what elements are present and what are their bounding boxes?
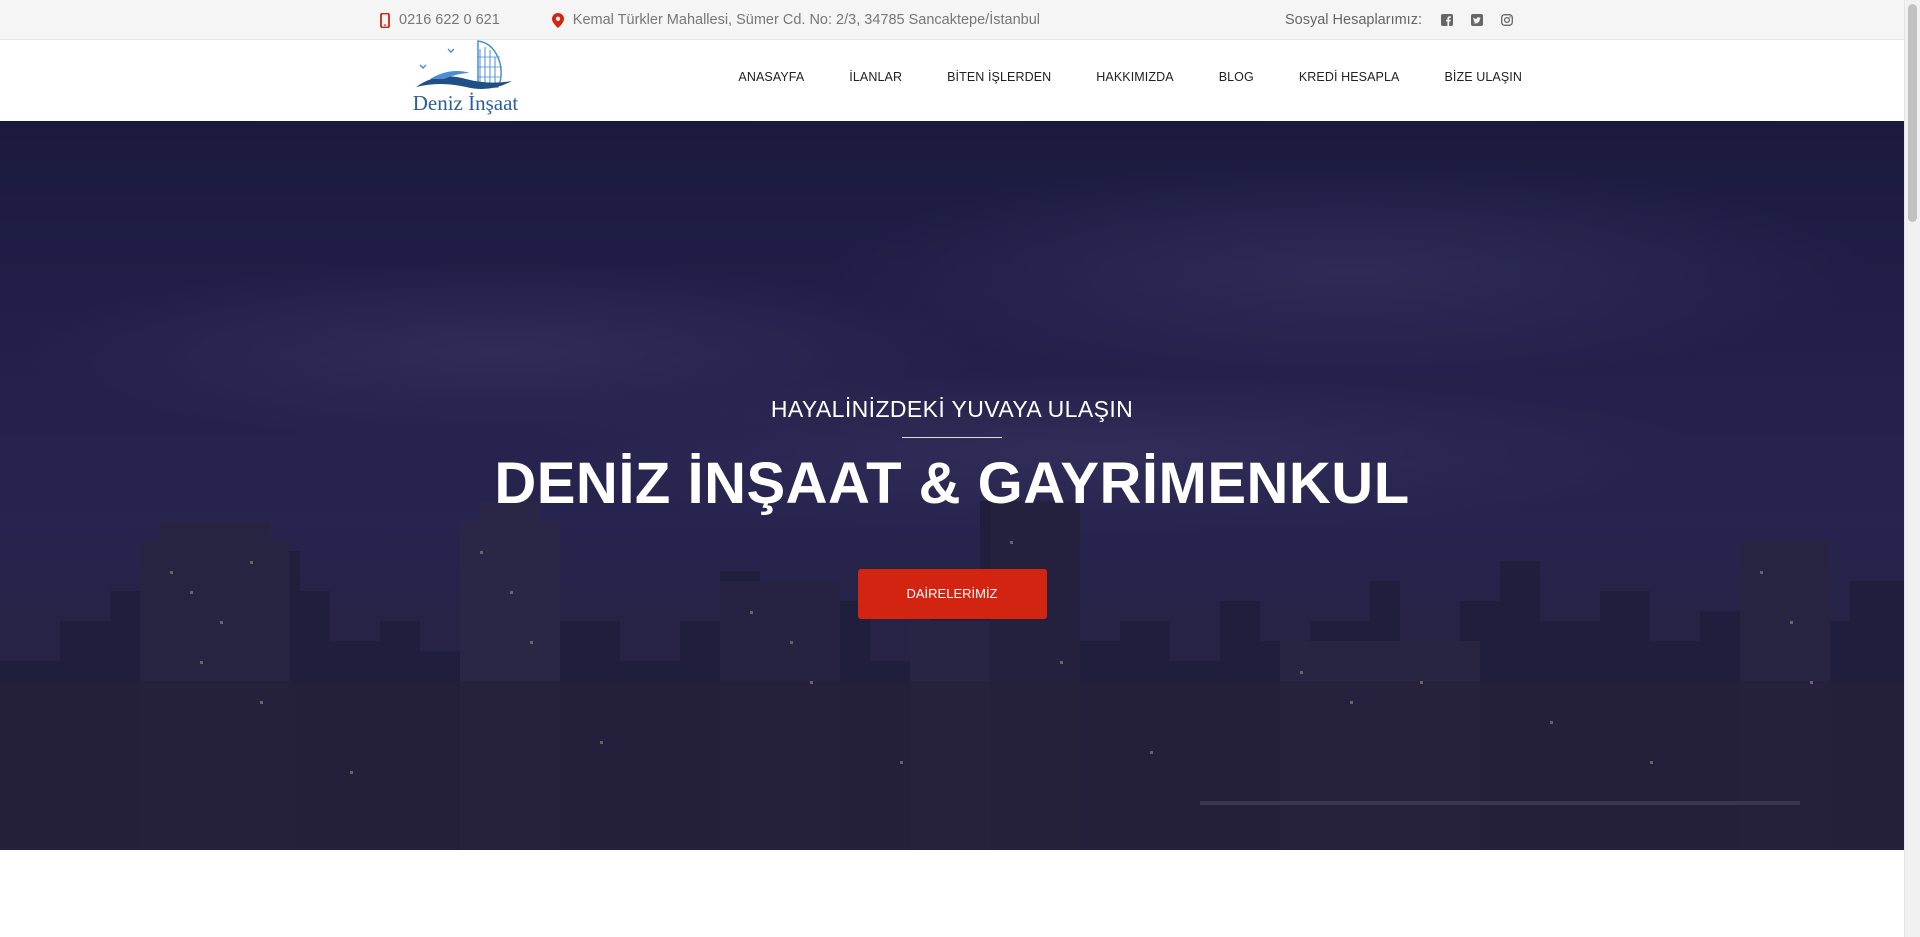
mobile-phone-icon	[380, 12, 390, 28]
site-logo[interactable]: Deniz İnşaat	[408, 35, 523, 120]
hero-divider	[902, 437, 1002, 438]
logo-text: Deniz İnşaat	[412, 91, 519, 115]
nav-item-biten-islerden[interactable]: BİTEN İŞLERDEN	[947, 70, 1051, 84]
phone-info[interactable]: 0216 622 0 621	[380, 12, 500, 28]
logo-emblem	[416, 40, 512, 89]
address-info: Kemal Türkler Mahallesi, Sümer Cd. No: 2…	[551, 12, 1040, 28]
address-text: Kemal Türkler Mahallesi, Sümer Cd. No: 2…	[572, 12, 1040, 28]
nav-item-ilanlar[interactable]: İLANLAR	[849, 70, 902, 84]
main-header: Deniz İnşaat ANASAYFA İLANLAR BİTEN İŞLE…	[0, 40, 1904, 121]
map-marker-icon	[551, 12, 564, 28]
instagram-icon[interactable]	[1492, 10, 1522, 30]
social-accounts: Sosyal Hesaplarımız:	[1285, 10, 1522, 30]
scrollbar-thumb[interactable]	[1908, 4, 1917, 222]
facebook-icon[interactable]	[1432, 10, 1462, 30]
nav-item-blog[interactable]: BLOG	[1219, 70, 1254, 84]
main-navigation: ANASAYFA İLANLAR BİTEN İŞLERDEN HAKKIMIZ…	[693, 40, 1522, 113]
page-scrollbar[interactable]	[1904, 0, 1920, 937]
social-label: Sosyal Hesaplarımız:	[1285, 12, 1422, 28]
nav-item-bize-ulasin[interactable]: BİZE ULAŞIN	[1444, 70, 1522, 84]
hero-subtitle: HAYALİNİZDEKİ YUVAYA ULAŞIN	[770, 396, 1134, 422]
hero-content: HAYALİNİZDEKİ YUVAYA ULAŞIN DENİZ İNŞAAT…	[0, 396, 1904, 619]
nav-item-hakkimizda[interactable]: HAKKIMIZDA	[1096, 70, 1173, 84]
hero-banner: HAYALİNİZDEKİ YUVAYA ULAŞIN DENİZ İNŞAAT…	[0, 121, 1904, 850]
twitter-icon[interactable]	[1462, 10, 1492, 30]
phone-number: 0216 622 0 621	[399, 12, 500, 28]
top-info-bar: 0216 622 0 621 Kemal Türkler Mahallesi, …	[0, 0, 1904, 40]
hero-title: DENİZ İNŞAAT & GAYRİMENKUL	[494, 451, 1410, 516]
nav-item-anasayfa[interactable]: ANASAYFA	[738, 70, 804, 84]
nav-item-kredi-hesapla[interactable]: KREDİ HESAPLA	[1299, 70, 1400, 84]
dairelerimiz-button[interactable]: DAİRELERİMİZ	[857, 569, 1047, 619]
